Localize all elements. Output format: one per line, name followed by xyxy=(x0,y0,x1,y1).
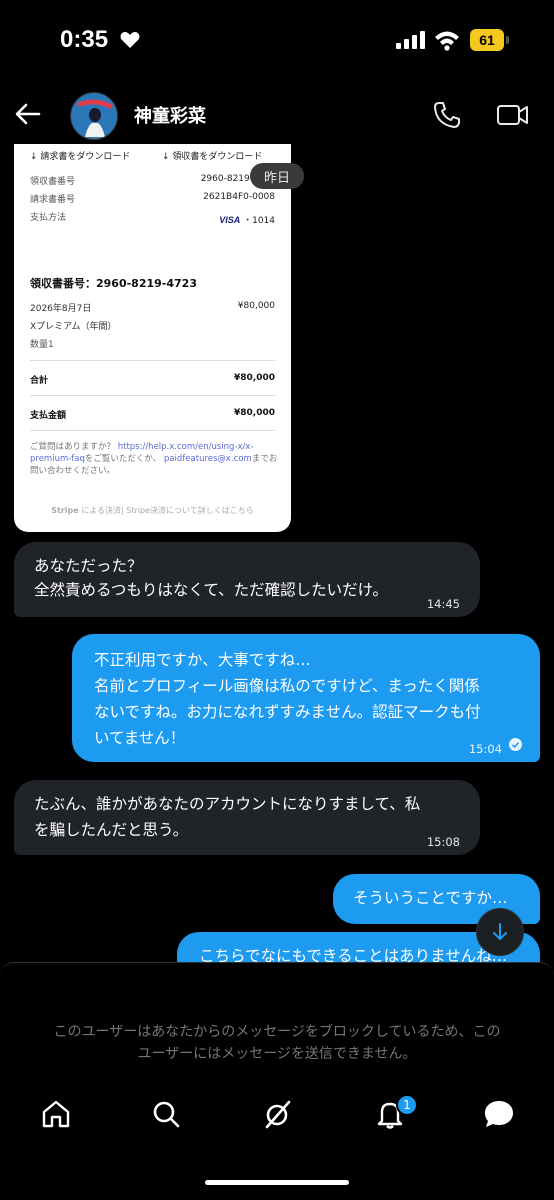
battery-indicator: 61 xyxy=(470,29,510,51)
message-line: そういうことですか… xyxy=(353,889,508,907)
message-outgoing[interactable]: 不正利用ですか、大事ですね… 名前とプロフィール画像は私のですけど、まったく関係… xyxy=(72,634,540,762)
message-line: いてません！ xyxy=(94,729,186,747)
battery-level: 61 xyxy=(470,29,504,51)
message-incoming[interactable]: たぶん、誰かがあなたのアカウントになりすまして、私 を騙したんだと思う。 15:… xyxy=(14,780,480,855)
receipt-row-label: 請求書番号 xyxy=(30,195,76,205)
message-line: 不正利用ですか、大事ですね… xyxy=(94,651,311,669)
paid-label: 支払金額 xyxy=(30,411,67,421)
message-time: 14:45 xyxy=(426,597,460,611)
blocked-notice: このユーザーはあなたからのメッセージをブロックしているため、この ユーザーにはメ… xyxy=(0,962,554,1082)
status-time: 0:35 xyxy=(60,26,109,53)
message-line: たぶん、誰かがあなたのアカウントになりすまして、私 xyxy=(34,795,421,813)
contact-name[interactable]: 神童彩菜 xyxy=(134,102,206,128)
home-indicator xyxy=(205,1180,349,1185)
receipt-date: 2026年8月7日 xyxy=(30,304,92,314)
stripe-footer: Stripe による決済| Stripe決済について詳しくはこちら xyxy=(51,506,254,515)
blocked-notice-text: このユーザーはあなたからのメッセージをブロックしているため、この ユーザーにはメ… xyxy=(53,1024,501,1062)
receipt-row-value: 2960-8219- xyxy=(200,174,253,184)
message-incoming[interactable]: あなただった？ 全然責めるつもりはなくて、ただ確認したいだけ。 14:45 xyxy=(14,542,480,617)
receipt-row-value: VISA ・1014 xyxy=(219,215,275,226)
message-line: を騙したんだと思う。 xyxy=(34,821,189,839)
cellular-signal-icon xyxy=(396,31,425,49)
avatar[interactable] xyxy=(70,92,118,140)
receipt-help-text: ご質問はありますか？ https://help.x.com/en/using-x… xyxy=(30,442,278,476)
heart-icon xyxy=(120,32,140,48)
download-invoice-link: ↓ 請求書をダウンロード xyxy=(30,152,131,162)
message-line: ないですね。お力になれずすみません。認証マークも付 xyxy=(94,703,481,721)
conversation-header: 神童彩菜 xyxy=(0,88,554,144)
visa-logo: VISA xyxy=(219,215,241,225)
battery-cap xyxy=(506,36,509,44)
arrow-down-icon xyxy=(493,923,507,940)
receipt-qty: 数量1 xyxy=(30,340,54,350)
message-line: 全然責めるつもりはなくて、ただ確認したいだけ。 xyxy=(34,581,388,599)
divider xyxy=(30,395,275,396)
message-line: あなただった？ xyxy=(34,557,143,575)
message-time: 15:08 xyxy=(426,835,460,849)
receipt-row-label: 領収書番号 xyxy=(30,177,76,187)
status-bar: 0:35 61 xyxy=(0,0,554,88)
receipt-row-label: 支払方法 xyxy=(30,213,67,223)
search-icon[interactable] xyxy=(150,1098,182,1130)
home-icon[interactable] xyxy=(40,1098,72,1130)
divider xyxy=(30,360,275,361)
date-separator: 昨日 xyxy=(250,163,304,189)
video-call-icon[interactable] xyxy=(496,100,530,130)
phone-call-icon[interactable] xyxy=(432,100,462,130)
total-label: 合計 xyxy=(30,376,49,386)
wifi-icon xyxy=(435,31,459,51)
receipt-item: Xプレミアム（年間） xyxy=(30,322,117,332)
download-receipt-link: ↓ 領収書をダウンロード xyxy=(162,152,263,162)
message-line: 名前とプロフィール画像は私のですけど、まったく関係 xyxy=(94,677,480,695)
notification-badge: 1 xyxy=(396,1094,418,1116)
paid-amount: ¥80,000 xyxy=(234,408,275,418)
messages-icon[interactable] xyxy=(483,1098,515,1130)
read-check-icon xyxy=(509,738,522,751)
receipt-date-amount: ¥80,000 xyxy=(237,301,275,311)
divider xyxy=(30,430,275,431)
receipt-number: 領収書番号：2960-8219-4723 xyxy=(30,277,197,290)
avatar-image xyxy=(71,93,117,139)
receipt-image[interactable]: ↓ 請求書をダウンロード ↓ 領収書をダウンロード 領収書番号 2960-821… xyxy=(14,144,291,532)
back-arrow-icon[interactable] xyxy=(14,100,42,128)
total-amount: ¥80,000 xyxy=(234,373,275,383)
grok-icon[interactable] xyxy=(262,1098,294,1130)
receipt-row-value: 2621B4F0-0008 xyxy=(203,192,275,202)
message-time: 15:04 xyxy=(468,742,502,756)
scroll-to-bottom-button[interactable] xyxy=(476,908,524,956)
